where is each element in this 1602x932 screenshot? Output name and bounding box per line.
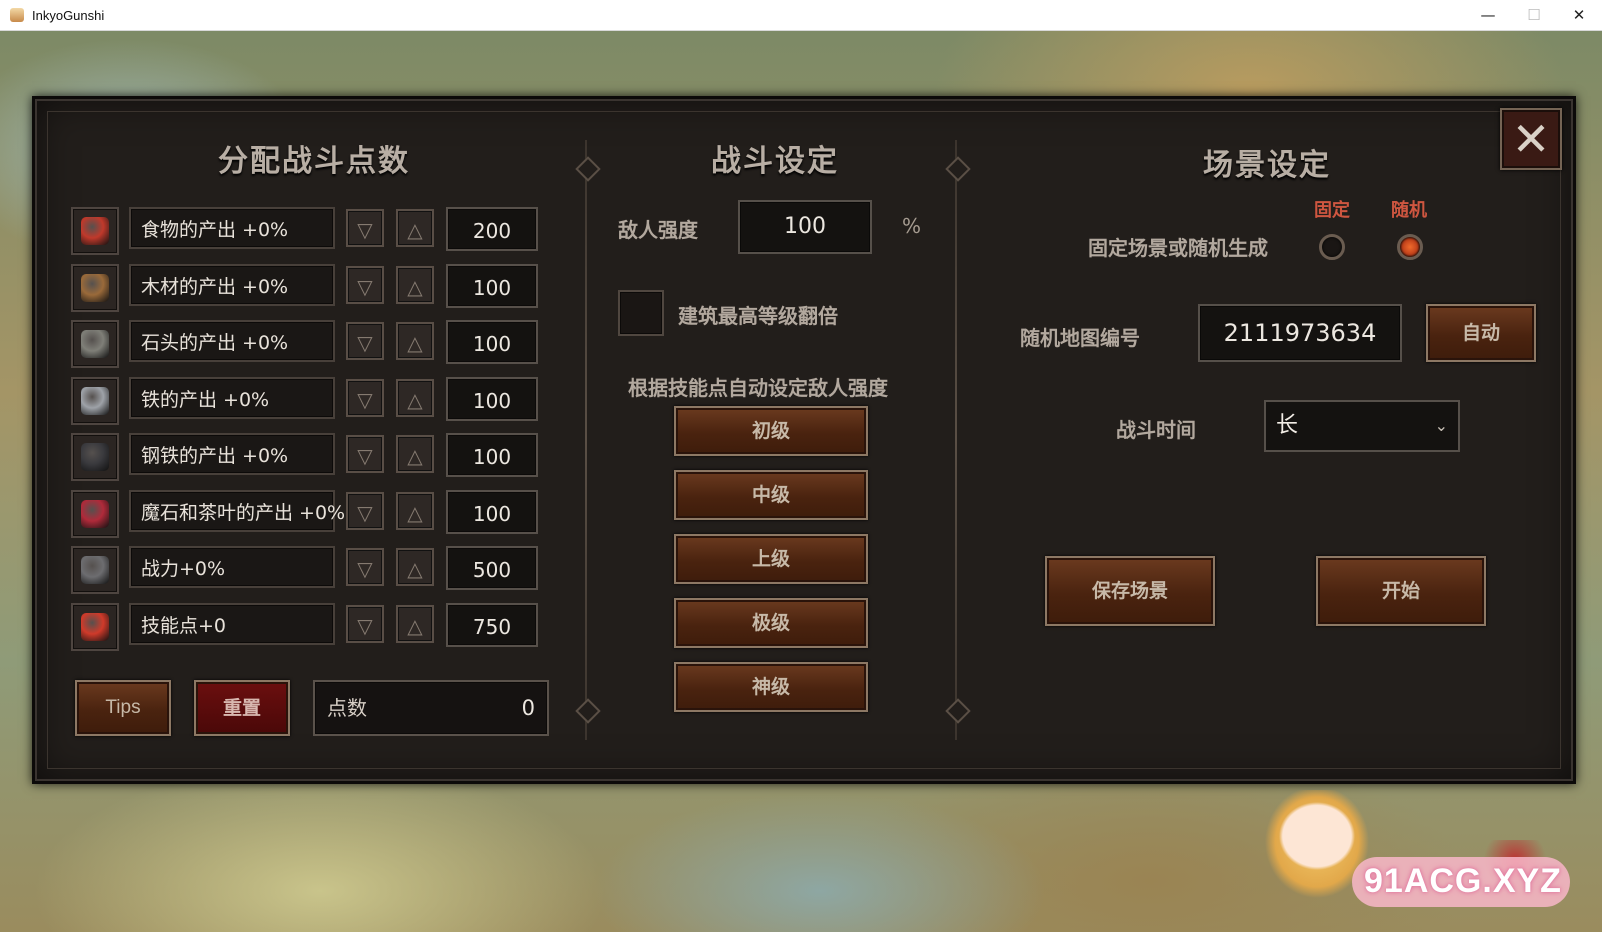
window-title: InkyoGunshi — [32, 7, 105, 23]
resource-value: 100 — [446, 490, 538, 534]
resource-value: 100 — [446, 264, 538, 308]
iron-ingot-icon — [71, 377, 119, 425]
dialog-close-button[interactable]: ✕ — [1500, 108, 1562, 170]
difficulty-god-button[interactable]: 神级 — [674, 662, 868, 712]
resource-row: 技能点+0 ▽ △ 750 — [71, 601, 551, 651]
resource-label: 魔石和茶叶的产出 +0% — [129, 490, 345, 532]
resource-value: 100 — [446, 320, 538, 364]
increase-button[interactable]: △ — [396, 605, 434, 643]
fixed-scene-radio[interactable] — [1319, 234, 1345, 260]
meat-icon — [71, 207, 119, 255]
chevron-down-icon: ⌄ — [1434, 416, 1448, 435]
increase-button[interactable]: △ — [396, 548, 434, 586]
app-icon — [10, 8, 24, 22]
decrease-button[interactable]: ▽ — [346, 322, 384, 360]
resource-row: 石头的产出 +0% ▽ △ 100 — [71, 318, 551, 368]
decrease-button[interactable]: ▽ — [346, 209, 384, 247]
window-close-button[interactable]: ✕ — [1556, 0, 1602, 30]
increase-button[interactable]: △ — [396, 492, 434, 530]
wood-logs-icon-glyph — [81, 274, 109, 302]
difficulty-extreme-button[interactable]: 极级 — [674, 598, 868, 648]
decrease-button[interactable]: ▽ — [346, 379, 384, 417]
resource-value: 100 — [446, 377, 538, 421]
battle-time-select[interactable]: 长 ⌄ — [1264, 400, 1460, 452]
resource-label: 技能点+0 — [129, 603, 335, 645]
reset-button[interactable]: 重置 — [194, 680, 290, 736]
increase-button[interactable]: △ — [396, 209, 434, 247]
stone-icon-glyph — [81, 330, 109, 358]
fixed-option-label: 固定 — [1314, 200, 1350, 221]
resource-label: 木材的产出 +0% — [129, 264, 335, 306]
skill-points-icon — [71, 603, 119, 651]
maximize-button[interactable]: ☐ — [1511, 0, 1557, 30]
magic-stone-tea-icon-glyph — [81, 500, 109, 528]
steel-bar-icon-glyph — [81, 443, 109, 471]
tips-button[interactable]: Tips — [75, 680, 171, 736]
double-building-level-checkbox[interactable] — [618, 290, 664, 336]
random-option-label: 随机 — [1391, 200, 1427, 221]
resource-label: 钢铁的产出 +0% — [129, 433, 335, 475]
helmet-icon-glyph — [81, 556, 109, 584]
scene-settings-heading: 场景设定 — [1203, 148, 1331, 183]
wood-logs-icon — [71, 264, 119, 312]
resource-row: 铁的产出 +0% ▽ △ 100 — [71, 375, 551, 425]
resource-label: 铁的产出 +0% — [129, 377, 335, 419]
battle-time-label: 战斗时间 — [1116, 418, 1196, 442]
resource-label: 食物的产出 +0% — [129, 207, 335, 249]
iron-ingot-icon-glyph — [81, 387, 109, 415]
decrease-button[interactable]: ▽ — [346, 605, 384, 643]
double-building-level-label: 建筑最高等级翻倍 — [678, 304, 838, 328]
resource-row: 钢铁的产出 +0% ▽ △ 100 — [71, 431, 551, 481]
resource-row: 木材的产出 +0% ▽ △ 100 — [71, 262, 551, 312]
enemy-strength-input[interactable]: 100 — [738, 200, 872, 254]
resource-value: 200 — [446, 207, 538, 251]
decrease-button[interactable]: ▽ — [346, 435, 384, 473]
resource-label: 石头的产出 +0% — [129, 320, 335, 362]
difficulty-beginner-button[interactable]: 初级 — [674, 406, 868, 456]
stone-icon — [71, 320, 119, 368]
points-value: 0 — [521, 696, 535, 720]
difficulty-advanced-button[interactable]: 上级 — [674, 534, 868, 584]
decrease-button[interactable]: ▽ — [346, 492, 384, 530]
map-id-label: 随机地图编号 — [1020, 326, 1140, 350]
increase-button[interactable]: △ — [396, 435, 434, 473]
column-divider-left — [585, 140, 587, 740]
minimize-button[interactable]: — — [1465, 0, 1511, 30]
save-scene-button[interactable]: 保存场景 — [1045, 556, 1215, 626]
percent-sign: % — [902, 214, 922, 238]
decrease-button[interactable]: ▽ — [346, 548, 384, 586]
random-scene-radio[interactable] — [1397, 234, 1423, 260]
auto-strength-label: 根据技能点自动设定敌人强度 — [628, 376, 888, 400]
battle-time-value: 长 — [1276, 413, 1299, 438]
resource-row: 食物的产出 +0% ▽ △ 200 — [71, 205, 551, 255]
increase-button[interactable]: △ — [396, 322, 434, 360]
resource-value: 500 — [446, 546, 538, 590]
allocate-points-heading: 分配战斗点数 — [218, 144, 410, 179]
remaining-points-box: 点数 0 — [313, 680, 549, 736]
difficulty-intermediate-button[interactable]: 中级 — [674, 470, 868, 520]
battle-settings-heading: 战斗设定 — [711, 144, 839, 179]
map-id-input[interactable]: 2111973634 — [1198, 304, 1402, 362]
resource-row: 战力+0% ▽ △ 500 — [71, 544, 551, 594]
meat-icon-glyph — [81, 217, 109, 245]
watermark-text: 91ACG.XYZ — [1364, 862, 1562, 900]
increase-button[interactable]: △ — [396, 379, 434, 417]
increase-button[interactable]: △ — [396, 266, 434, 304]
steel-bar-icon — [71, 433, 119, 481]
start-button[interactable]: 开始 — [1316, 556, 1486, 626]
skill-points-icon-glyph — [81, 613, 109, 641]
helmet-icon — [71, 546, 119, 594]
decrease-button[interactable]: ▽ — [346, 266, 384, 304]
scene-mode-label: 固定场景或随机生成 — [1088, 236, 1268, 260]
window-title-bar: InkyoGunshi — ☐ ✕ — [0, 0, 1602, 31]
resource-value: 750 — [446, 603, 538, 647]
magic-stone-tea-icon — [71, 490, 119, 538]
auto-map-id-button[interactable]: 自动 — [1426, 304, 1536, 362]
resource-row: 魔石和茶叶的产出 +0% ▽ △ 100 — [71, 488, 551, 538]
enemy-strength-label: 敌人强度 — [618, 218, 698, 242]
resource-label: 战力+0% — [129, 546, 335, 588]
resource-value: 100 — [446, 433, 538, 477]
points-label: 点数 — [327, 696, 367, 720]
column-divider-right — [955, 140, 957, 740]
